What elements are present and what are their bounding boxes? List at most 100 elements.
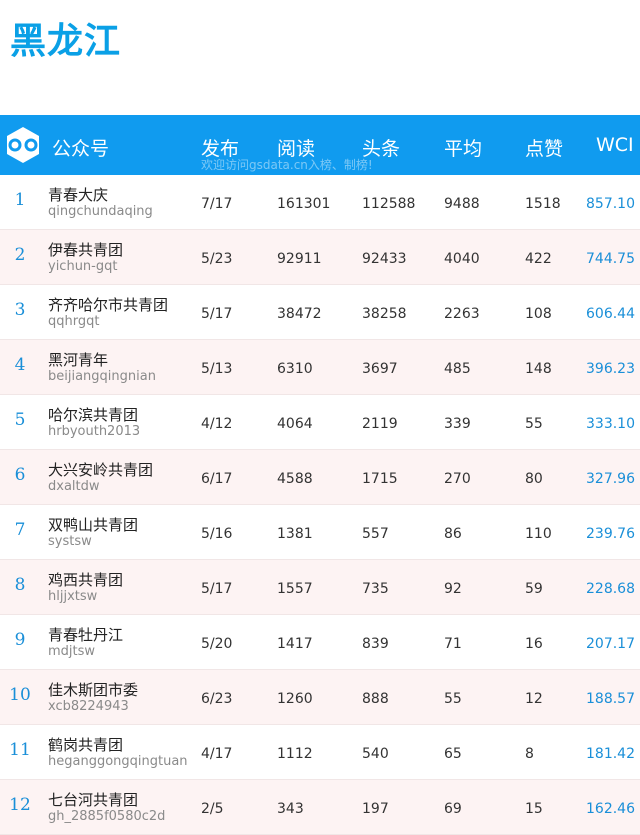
wci-score: 207.17 — [586, 636, 635, 652]
likes-count: 80 — [525, 471, 543, 487]
headline-count: 112588 — [362, 196, 416, 212]
rank-number: 1 — [14, 190, 26, 210]
publish-count: 5/17 — [201, 306, 233, 322]
headline-count: 839 — [362, 636, 389, 652]
header-wci[interactable]: WCI — [596, 134, 634, 156]
publish-count: 6/17 — [201, 471, 233, 487]
account-name[interactable]: 青春牡丹江 — [48, 624, 123, 645]
account-id: dxaltdw — [48, 479, 100, 494]
account-id: qingchundaqing — [48, 204, 153, 219]
account-name[interactable]: 大兴安岭共青团 — [48, 459, 153, 480]
reads-count: 92911 — [277, 251, 322, 267]
headline-count: 2119 — [362, 416, 398, 432]
table-row[interactable]: 9 青春牡丹江 mdjtsw 5/20 1417 839 71 16 207.1… — [0, 615, 640, 670]
account-name[interactable]: 哈尔滨共青团 — [48, 404, 138, 425]
wci-score: 228.68 — [586, 581, 635, 597]
table-row[interactable]: 10 佳木斯团市委 xcb8224943 6/23 1260 888 55 12… — [0, 670, 640, 725]
average-count: 339 — [444, 416, 471, 432]
average-count: 9488 — [444, 196, 480, 212]
publish-count: 5/20 — [201, 636, 233, 652]
account-name[interactable]: 佳木斯团市委 — [48, 679, 138, 700]
likes-count: 1518 — [525, 196, 561, 212]
rank-number: 12 — [9, 795, 31, 815]
table-row[interactable]: 3 齐齐哈尔市共青团 qqhrgqt 5/17 38472 38258 2263… — [0, 285, 640, 340]
account-name[interactable]: 伊春共青团 — [48, 239, 123, 260]
account-id: heganggongqingtuan — [48, 754, 188, 769]
headline-count: 540 — [362, 746, 389, 762]
wci-score: 606.44 — [586, 306, 635, 322]
rank-number: 10 — [9, 685, 31, 705]
likes-count: 422 — [525, 251, 552, 267]
headline-count: 735 — [362, 581, 389, 597]
account-id: systsw — [48, 534, 92, 549]
table-row[interactable]: 12 七台河共青团 gh_2885f0580c2d 2/5 343 197 69… — [0, 780, 640, 835]
publish-count: 5/16 — [201, 526, 233, 542]
headline-count: 3697 — [362, 361, 398, 377]
likes-count: 16 — [525, 636, 543, 652]
account-id: xcb8224943 — [48, 699, 129, 714]
table-row[interactable]: 6 大兴安岭共青团 dxaltdw 6/17 4588 1715 270 80 … — [0, 450, 640, 505]
reads-count: 38472 — [277, 306, 322, 322]
wci-score: 188.57 — [586, 691, 635, 707]
account-name[interactable]: 七台河共青团 — [48, 789, 138, 810]
table-row[interactable]: 8 鸡西共青团 hljjxtsw 5/17 1557 735 92 59 228… — [0, 560, 640, 615]
likes-count: 59 — [525, 581, 543, 597]
account-name[interactable]: 双鸭山共青团 — [48, 514, 138, 535]
wci-score: 327.96 — [586, 471, 635, 487]
table-row[interactable]: 5 哈尔滨共青团 hrbyouth2013 4/12 4064 2119 339… — [0, 395, 640, 450]
average-count: 86 — [444, 526, 462, 542]
reads-count: 1557 — [277, 581, 313, 597]
rank-number: 11 — [9, 740, 31, 760]
account-id: yichun-gqt — [48, 259, 118, 274]
likes-count: 15 — [525, 801, 543, 817]
header-account[interactable]: 公众号 — [52, 134, 109, 161]
average-count: 69 — [444, 801, 462, 817]
infinity-link-icon — [5, 126, 41, 164]
reads-count: 4064 — [277, 416, 313, 432]
account-id: hrbyouth2013 — [48, 424, 141, 439]
account-name[interactable]: 青春大庆 — [48, 184, 108, 205]
table-row[interactable]: 4 黑河青年 beijiangqingnian 5/13 6310 3697 4… — [0, 340, 640, 395]
table-row[interactable]: 1 青春大庆 qingchundaqing 7/17 161301 112588… — [0, 175, 640, 230]
likes-count: 8 — [525, 746, 534, 762]
account-name[interactable]: 鸡西共青团 — [48, 569, 123, 590]
rank-number: 9 — [14, 630, 26, 650]
headline-count: 38258 — [362, 306, 407, 322]
table-header: 公众号 发布 阅读 头条 平均 点赞 WCI 欢迎访问gsdata.cn入榜、制… — [0, 115, 640, 175]
headline-count: 888 — [362, 691, 389, 707]
table-row[interactable]: 11 鹤岗共青团 heganggongqingtuan 4/17 1112 54… — [0, 725, 640, 780]
rank-number: 6 — [14, 465, 26, 485]
reads-count: 1260 — [277, 691, 313, 707]
wci-score: 396.23 — [586, 361, 635, 377]
header-likes[interactable]: 点赞 — [525, 134, 563, 161]
account-id: mdjtsw — [48, 644, 96, 659]
table-row[interactable]: 7 双鸭山共青团 systsw 5/16 1381 557 86 110 239… — [0, 505, 640, 560]
reads-count: 161301 — [277, 196, 331, 212]
likes-count: 55 — [525, 416, 543, 432]
reads-count: 4588 — [277, 471, 313, 487]
account-id: beijiangqingnian — [48, 369, 156, 384]
likes-count: 12 — [525, 691, 543, 707]
likes-count: 108 — [525, 306, 552, 322]
average-count: 65 — [444, 746, 462, 762]
table-row[interactable]: 2 伊春共青团 yichun-gqt 5/23 92911 92433 4040… — [0, 230, 640, 285]
page-title: 黑龙江 — [10, 21, 122, 62]
header-average[interactable]: 平均 — [444, 134, 482, 161]
publish-count: 6/23 — [201, 691, 233, 707]
account-name[interactable]: 黑河青年 — [48, 349, 108, 370]
wci-score: 744.75 — [586, 251, 635, 267]
reads-count: 343 — [277, 801, 304, 817]
average-count: 71 — [444, 636, 462, 652]
wci-score: 239.76 — [586, 526, 635, 542]
wci-score: 162.46 — [586, 801, 635, 817]
average-count: 4040 — [444, 251, 480, 267]
account-name[interactable]: 齐齐哈尔市共青团 — [48, 294, 168, 315]
headline-count: 557 — [362, 526, 389, 542]
average-count: 270 — [444, 471, 471, 487]
rank-number: 7 — [14, 520, 26, 540]
publish-count: 2/5 — [201, 801, 224, 817]
account-name[interactable]: 鹤岗共青团 — [48, 734, 123, 755]
reads-count: 6310 — [277, 361, 313, 377]
headline-count: 197 — [362, 801, 389, 817]
publish-count: 7/17 — [201, 196, 233, 212]
